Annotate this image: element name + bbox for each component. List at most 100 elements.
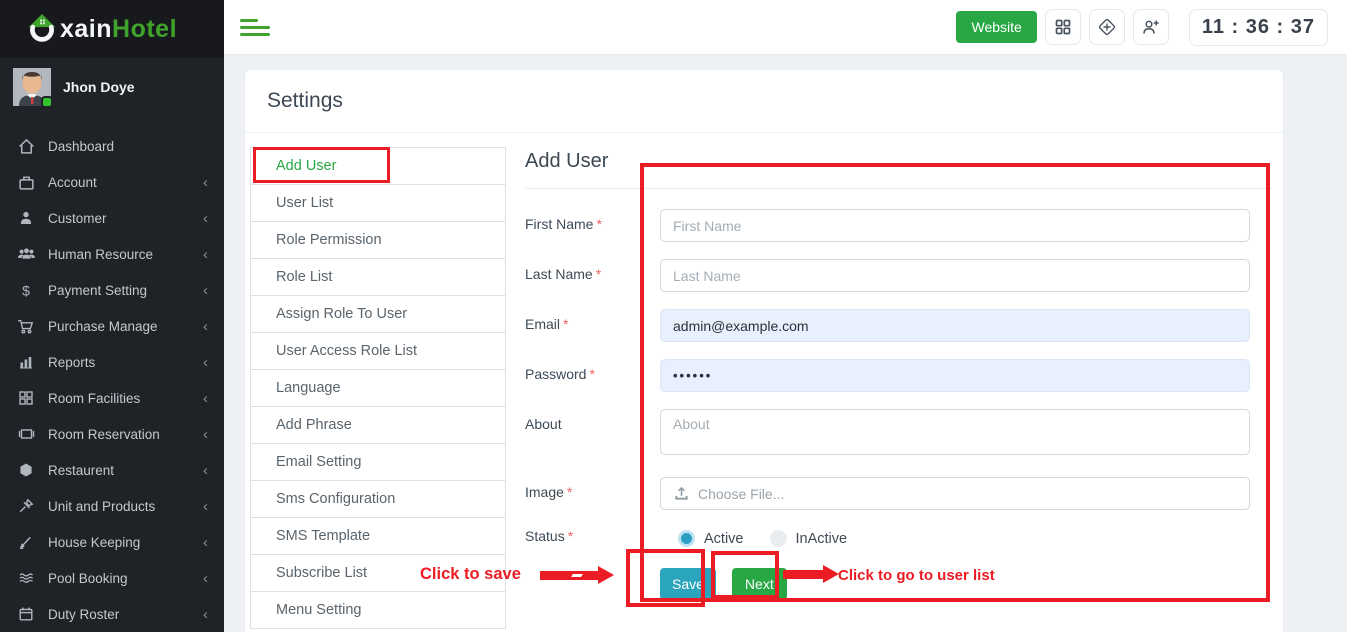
chevron-left-icon: ‹ xyxy=(203,391,208,406)
settings-item-subscribe-list[interactable]: Subscribe List xyxy=(251,555,505,592)
sidebar-item-account[interactable]: Account ‹ xyxy=(0,164,224,200)
email-input[interactable] xyxy=(660,309,1250,342)
settings-submenu: Add User User List Role Permission Role … xyxy=(250,147,506,629)
topbar: Website 11 : 36 : 37 xyxy=(224,0,1347,55)
sidebar-item-label: Reports xyxy=(48,355,95,370)
settings-item-email-setting[interactable]: Email Setting xyxy=(251,444,505,481)
sidebar-item-room-facilities[interactable]: Room Facilities ‹ xyxy=(0,380,224,416)
buttons-row: Save Next xyxy=(525,567,1272,600)
sidebar-item-label: Dashboard xyxy=(48,139,114,154)
sidebar-item-label: Unit and Products xyxy=(48,499,155,514)
settings-item-role-list[interactable]: Role List xyxy=(251,259,505,296)
status-radio-active[interactable]: Active xyxy=(678,530,744,547)
status-radio-inactive[interactable]: InActive xyxy=(770,530,848,547)
sidebar-item-room-reservation[interactable]: Room Reservation ‹ xyxy=(0,416,224,452)
radio-selected-icon xyxy=(678,530,695,547)
settings-item-language[interactable]: Language xyxy=(251,370,505,407)
form-title: Add User xyxy=(525,150,1272,174)
sidebar-item-payment-setting[interactable]: $ Payment Setting ‹ xyxy=(0,272,224,308)
password-input[interactable] xyxy=(660,359,1250,392)
about-label: About xyxy=(525,409,660,460)
sidebar-menu: Dashboard Account ‹ Customer ‹ Human Res… xyxy=(0,116,224,632)
sidebar-item-label: Pool Booking xyxy=(48,571,128,586)
next-button[interactable]: Next xyxy=(732,568,787,600)
image-label: Image* xyxy=(525,477,660,510)
sidebar-toggle-hamburger-icon[interactable] xyxy=(240,16,270,38)
sidebar-item-label: Room Reservation xyxy=(48,427,160,442)
password-row: Password* xyxy=(525,359,1272,392)
sidebar-item-dashboard[interactable]: Dashboard xyxy=(0,128,224,164)
user-name: Jhon Doye xyxy=(63,79,135,95)
upload-icon xyxy=(674,486,689,501)
app-window: xainHotel Jhon Doye xyxy=(0,0,1347,632)
add-user-button[interactable] xyxy=(1133,9,1169,45)
settings-item-menu-setting[interactable]: Menu Setting xyxy=(251,592,505,629)
compass-diamond-button[interactable] xyxy=(1089,9,1125,45)
brand-logo[interactable]: xainHotel xyxy=(0,0,224,58)
image-file-input[interactable]: Choose File... xyxy=(660,477,1250,510)
calendar-icon xyxy=(14,606,38,622)
sidebar-item-label: Customer xyxy=(48,211,107,226)
add-user-form: Add User First Name* Last Name* Email* xyxy=(525,140,1272,617)
cart-icon xyxy=(14,318,38,335)
settings-item-sms-template[interactable]: SMS Template xyxy=(251,518,505,555)
card-header: Settings xyxy=(245,70,1283,133)
chevron-left-icon: ‹ xyxy=(203,535,208,550)
chevron-left-icon: ‹ xyxy=(203,607,208,622)
about-row: About xyxy=(525,409,1272,460)
email-row: Email* xyxy=(525,309,1272,342)
layout-icon xyxy=(14,426,38,442)
required-asterisk: * xyxy=(568,528,573,544)
bar-chart-icon xyxy=(14,354,38,370)
last-name-input[interactable] xyxy=(660,259,1250,292)
users-icon xyxy=(14,246,38,262)
sidebar-item-label: Room Facilities xyxy=(48,391,140,406)
brand-name: xainHotel xyxy=(60,15,177,44)
user-icon xyxy=(14,210,38,226)
status-row: Status* Active InActive xyxy=(525,527,1272,547)
apps-grid-button[interactable] xyxy=(1045,9,1081,45)
sidebar-item-human-resource[interactable]: Human Resource ‹ xyxy=(0,236,224,272)
save-button[interactable]: Save xyxy=(660,568,716,600)
sidebar-item-customer[interactable]: Customer ‹ xyxy=(0,200,224,236)
first-name-input[interactable] xyxy=(660,209,1250,242)
chevron-left-icon: ‹ xyxy=(203,283,208,298)
chevron-left-icon: ‹ xyxy=(203,499,208,514)
last-name-row: Last Name* xyxy=(525,259,1272,292)
about-textarea[interactable] xyxy=(660,409,1250,455)
waves-icon xyxy=(14,570,38,586)
sidebar-item-label: Account xyxy=(48,175,97,190)
settings-item-sms-configuration[interactable]: Sms Configuration xyxy=(251,481,505,518)
chevron-left-icon: ‹ xyxy=(203,211,208,226)
sidebar-item-unit-and-products[interactable]: Unit and Products ‹ xyxy=(0,488,224,524)
password-label: Password* xyxy=(525,359,660,392)
settings-item-add-user[interactable]: Add User xyxy=(251,148,505,185)
sidebar-item-label: House Keeping xyxy=(48,535,140,550)
sidebar-item-label: Purchase Manage xyxy=(48,319,158,334)
chevron-left-icon: ‹ xyxy=(203,571,208,586)
website-button[interactable]: Website xyxy=(956,11,1036,43)
sidebar-item-restaurent[interactable]: Restaurent ‹ xyxy=(0,452,224,488)
briefcase-icon xyxy=(14,174,38,191)
settings-item-role-permission[interactable]: Role Permission xyxy=(251,222,505,259)
sidebar-item-purchase-manage[interactable]: Purchase Manage ‹ xyxy=(0,308,224,344)
grid-icon xyxy=(1054,18,1072,36)
settings-item-add-phrase[interactable]: Add Phrase xyxy=(251,407,505,444)
sidebar-item-pool-booking[interactable]: Pool Booking ‹ xyxy=(0,560,224,596)
sidebar-item-duty-roster[interactable]: Duty Roster ‹ xyxy=(0,596,224,632)
settings-item-user-access-role-list[interactable]: User Access Role List xyxy=(251,333,505,370)
sidebar-item-house-keeping[interactable]: House Keeping ‹ xyxy=(0,524,224,560)
settings-item-assign-role-to-user[interactable]: Assign Role To User xyxy=(251,296,505,333)
settings-item-user-list[interactable]: User List xyxy=(251,185,505,222)
first-name-label: First Name* xyxy=(525,209,660,242)
dollar-icon: $ xyxy=(14,282,38,299)
pen-icon xyxy=(14,534,38,550)
main-content: Settings Add User User List Role Permiss… xyxy=(224,55,1347,632)
sidebar-item-reports[interactable]: Reports ‹ xyxy=(0,344,224,380)
sidebar-item-label: Duty Roster xyxy=(48,607,119,622)
chevron-left-icon: ‹ xyxy=(203,355,208,370)
sidebar: xainHotel Jhon Doye xyxy=(0,0,224,632)
required-asterisk: * xyxy=(563,316,568,332)
user-profile[interactable]: Jhon Doye xyxy=(0,58,224,116)
clock: 11 : 36 : 37 xyxy=(1189,9,1328,46)
